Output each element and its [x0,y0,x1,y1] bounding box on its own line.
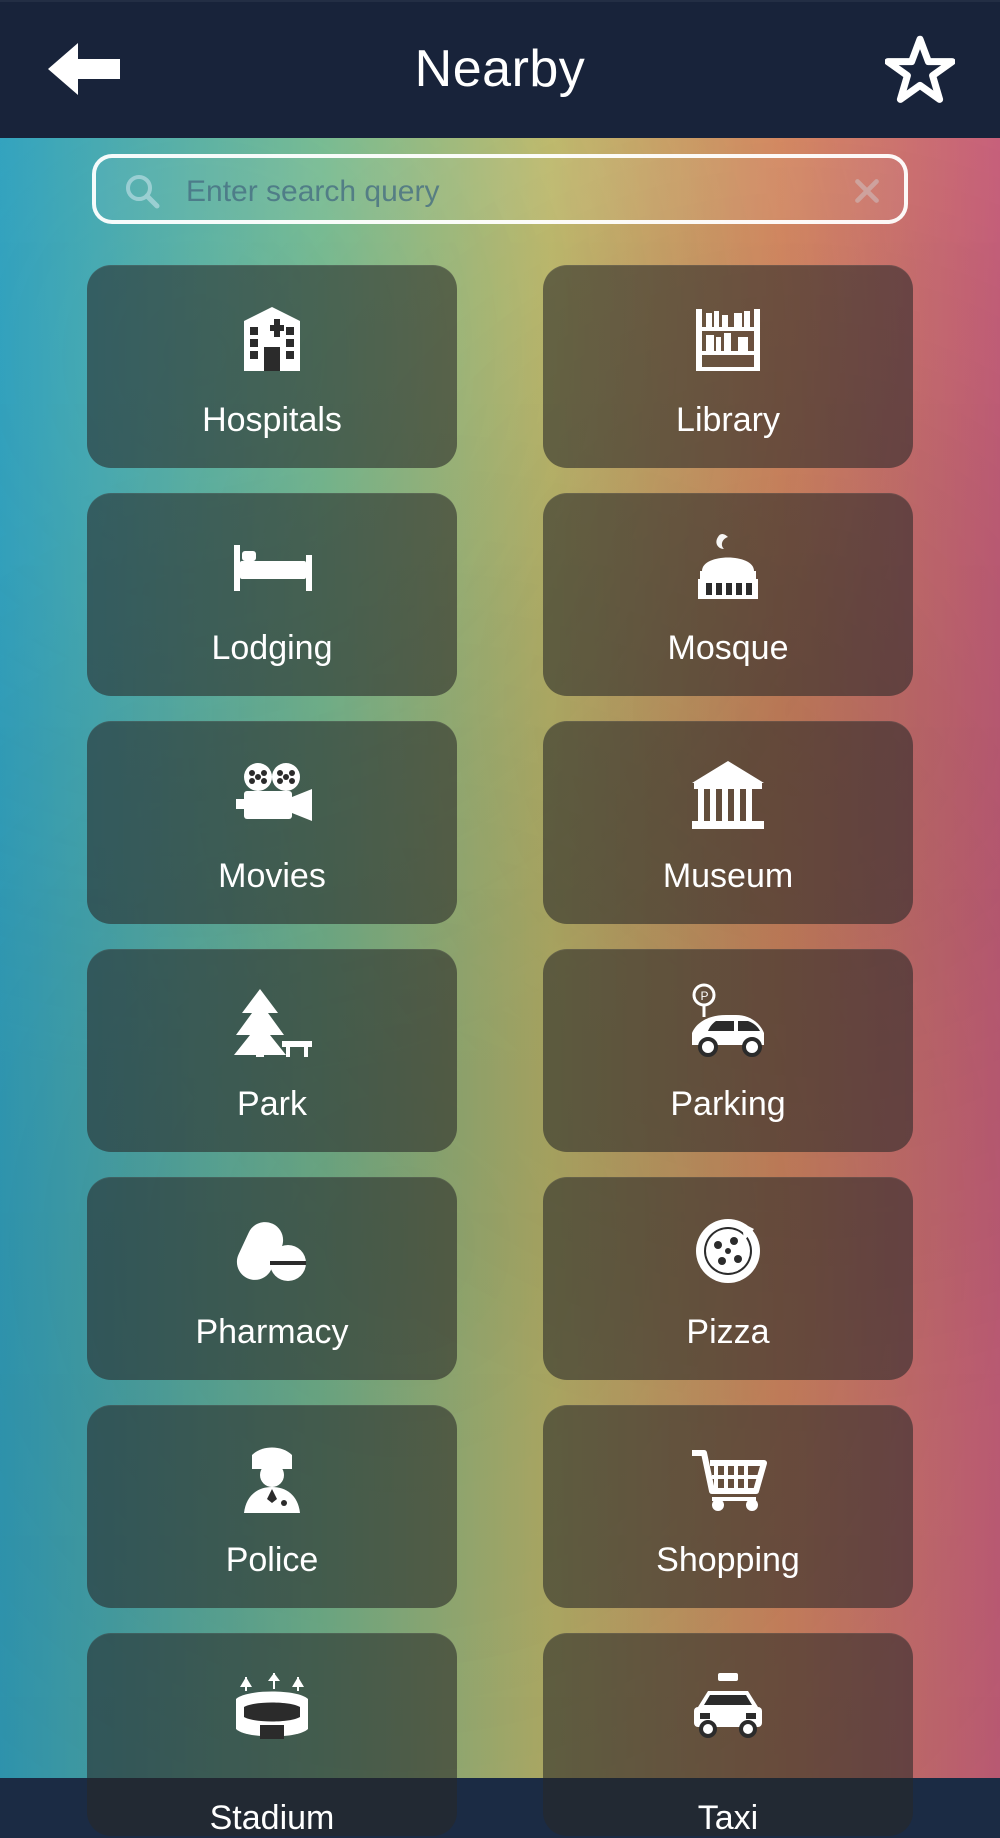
search-icon [126,175,160,209]
car-parking-icon: P [692,983,764,1057]
shopping-cart-icon [692,1450,767,1511]
favorite-button[interactable] [884,34,956,106]
search-bar[interactable] [92,154,908,224]
category-label: Library [676,401,780,439]
category-label: Police [225,1541,319,1579]
category-label: Mosque [667,629,789,667]
category-label: Park [237,1085,307,1123]
category-label: Taxi [697,1799,759,1837]
category-tile-taxi[interactable]: Taxi [543,1633,913,1837]
mosque-icon [698,534,758,599]
clear-search-icon[interactable] [848,172,886,210]
category-tile-library[interactable]: Library [543,265,913,468]
category-label: Parking [670,1085,786,1123]
category-tile-police[interactable]: Police [87,1405,457,1608]
category-label: Stadium [209,1799,335,1837]
category-tile-lodging[interactable]: Lodging [87,493,457,696]
category-tile-park[interactable]: Park [87,949,457,1152]
tree-bench-icon [234,989,312,1057]
category-tile-shopping[interactable]: Shopping [543,1405,913,1608]
category-label: Hospitals [202,401,342,439]
star-outline-icon [885,35,955,103]
category-tile-movies[interactable]: Movies [87,721,457,924]
category-tile-hospitals[interactable]: Hospitals [87,265,457,468]
category-tile-pizza[interactable]: Pizza [543,1177,913,1380]
top-navigation-bar: Nearby [0,0,1000,138]
museum-icon [692,761,764,829]
category-label: Shopping [656,1541,800,1579]
category-label: Museum [662,857,794,895]
police-officer-icon [244,1447,300,1513]
hospital-icon [244,307,300,371]
movie-camera-icon [236,763,312,821]
search-input[interactable] [184,168,808,216]
category-label: Lodging [211,629,333,667]
category-label: Pharmacy [195,1313,349,1351]
taxi-icon [694,1673,762,1738]
category-tile-pharmacy[interactable]: Pharmacy [87,1177,457,1380]
page-title: Nearby [414,40,586,98]
svg-text:P: P [701,989,709,1003]
bed-icon [234,545,312,591]
pill-icon [236,1222,306,1281]
category-label: Pizza [686,1313,770,1351]
category-tile-museum[interactable]: Museum [543,721,913,924]
category-tile-stadium[interactable]: Stadium [87,1633,457,1837]
category-tile-mosque[interactable]: Mosque [543,493,913,696]
category-tile-parking[interactable]: P Parking [543,949,913,1152]
category-label: Movies [218,857,326,895]
stadium-icon [236,1673,308,1739]
bookshelf-icon [696,309,760,371]
pizza-icon [696,1219,760,1283]
